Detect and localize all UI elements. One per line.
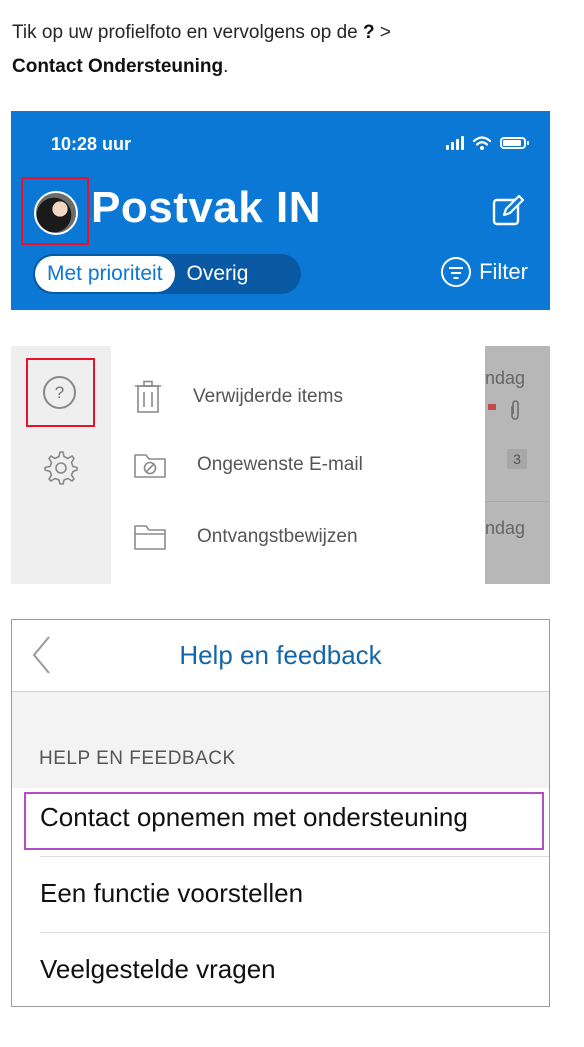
divider [485,501,550,502]
help-question-icon[interactable]: ? [43,376,76,409]
instruction-line-1: Tik op uw profielfoto en vervolgens op d… [12,22,392,43]
trash-icon [135,380,161,413]
help-feedback-navbar: Help en feedback [12,620,549,692]
page-title: Help en feedback [179,640,382,670]
menu-item-receipts[interactable]: Ontvangstbewijzen [133,523,358,551]
profile-photo-avatar[interactable] [34,191,78,235]
dimmed-mail-list: ndag 3 ndag [485,346,550,584]
instruction-line-2: Contact Ondersteuning. [12,56,229,77]
battery-icon [500,137,529,149]
tab-other[interactable]: Overig [175,262,249,286]
suggest-feature-item[interactable]: Een functie voorstellen [40,878,303,909]
menu-item-deleted-items[interactable]: Verwijderde items [133,380,343,414]
filter-button[interactable]: Filter [441,257,528,287]
question-mark-reference: ? [363,22,375,43]
instruction-text: Tik op uw profielfoto en vervolgens op d… [12,16,572,84]
help-options-list: Contact opnemen met ondersteuning Een fu… [12,788,549,1006]
side-menu-panel: ? Verwijderde items Ongewenste E-mail On… [11,346,550,584]
menu-item-label: Ongewenste E-mail [197,454,363,475]
unread-count-badge: 3 [507,449,527,469]
wifi-icon [472,136,492,150]
help-feedback-content: HELP EN FEEDBACK Contact opnemen met ond… [12,692,549,1006]
menu-item-label: Ontvangstbewijzen [197,526,358,547]
profile-photo-highlight [21,177,89,245]
contact-support-item[interactable]: Contact opnemen met ondersteuning [40,802,468,833]
filter-icon [441,257,472,287]
faq-item[interactable]: Veelgestelde vragen [40,954,276,985]
divider [40,932,549,933]
junk-folder-icon [134,454,166,478]
menu-item-label: Verwijderde items [193,386,343,407]
tab-focused[interactable]: Met prioriteit [35,256,175,292]
folder-icon [134,525,166,550]
inbox-title: Postvak IN [91,183,321,232]
mail-date-text: ndag [485,368,526,388]
inbox-tab-switcher: Met prioriteit Overig [33,254,301,294]
filter-label: Filter [479,259,528,284]
status-bar-icons [446,135,529,151]
side-menu-rail: ? [11,346,111,584]
section-header: HELP EN FEEDBACK [39,748,236,769]
signal-icon [446,136,464,150]
status-time: 10:28 uur [51,134,132,154]
contact-support-reference: Contact Ondersteuning [12,56,224,77]
outlook-inbox-header: 10:28 uur Postvak IN Met prioriteit Over… [11,111,550,310]
gear-icon[interactable] [43,450,79,486]
divider [40,856,549,857]
attachment-icon [511,400,519,420]
mail-date-text: ndag [485,518,526,538]
help-button-highlight: ? [26,358,95,427]
flag-icon [488,404,496,410]
compose-icon[interactable] [490,193,526,229]
help-feedback-screen: Help en feedback HELP EN FEEDBACK Contac… [11,619,550,1007]
menu-item-junk-email[interactable]: Ongewenste E-mail [133,451,363,479]
